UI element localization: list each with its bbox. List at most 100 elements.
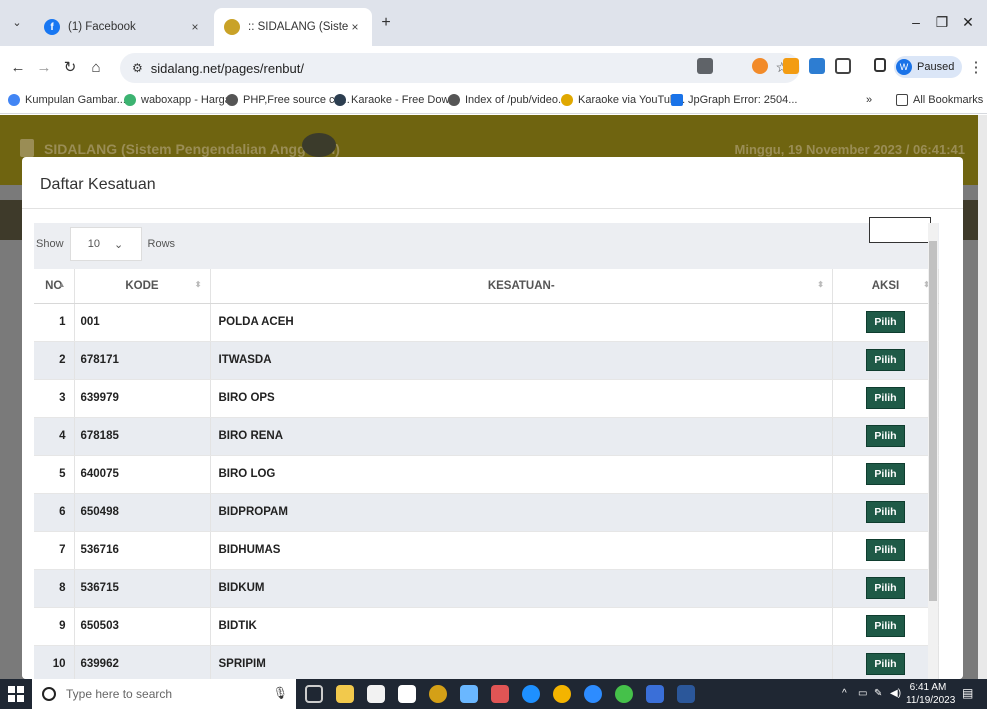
pilih-button[interactable]: Pilih	[866, 311, 905, 333]
rss-icon[interactable]	[783, 58, 799, 74]
table-row: 3 639979 BIRO OPS Pilih	[34, 379, 939, 418]
table-scrollbar[interactable]	[928, 223, 938, 679]
cell-no: 1	[34, 303, 75, 342]
reload-icon[interactable]: ↻	[60, 58, 80, 78]
bookmark-item[interactable]: Kumpulan Gambar...	[8, 94, 126, 106]
table-search-input[interactable]	[869, 217, 931, 243]
bookmark-item[interactable]: Karaoke via YouTub...	[561, 94, 685, 106]
profile-button[interactable]: W Paused	[894, 56, 963, 78]
pilih-button[interactable]: Pilih	[866, 577, 905, 599]
pilih-button[interactable]: Pilih	[866, 653, 905, 675]
pilih-button[interactable]: Pilih	[866, 349, 905, 371]
pilih-button[interactable]: Pilih	[866, 615, 905, 637]
clock-date: 11/19/2023	[906, 695, 956, 706]
cell-no: 3	[34, 379, 75, 418]
close-tab-icon[interactable]: ×	[188, 20, 202, 34]
app-icon[interactable]	[460, 685, 478, 703]
pilih-button[interactable]: Pilih	[866, 501, 905, 523]
pilih-button[interactable]: Pilih	[866, 463, 905, 485]
bookmark-item[interactable]: Karaoke - Free Dow...	[334, 94, 458, 106]
jpgraph-icon	[671, 94, 683, 106]
side-panel-icon[interactable]	[874, 58, 886, 72]
extension-blue-icon[interactable]	[809, 58, 825, 74]
cell-aksi: Pilih	[832, 341, 939, 380]
new-tab-button[interactable]: +	[376, 14, 396, 34]
cell-kode: 640075	[74, 455, 211, 494]
tab-label: (1) Facebook	[68, 21, 136, 33]
tray-chevron-icon[interactable]: ^	[842, 688, 847, 699]
cell-kode: 536715	[74, 569, 211, 608]
app-icon[interactable]	[429, 685, 447, 703]
browser-menu-icon[interactable]: ⋮	[966, 58, 986, 78]
sort-icon: ⬍	[817, 280, 824, 289]
cell-aksi: Pilih	[832, 531, 939, 570]
tab-facebook[interactable]: f (1) Facebook ×	[34, 8, 212, 46]
tab-sidalang[interactable]: :: SIDALANG (Sistem Pengenda ×	[214, 8, 372, 46]
network-icon[interactable]: ▭	[858, 688, 867, 699]
page-size-value: 10	[87, 238, 101, 250]
taskbar-clock[interactable]: 6:41 AM 11/19/2023	[906, 681, 956, 707]
word-icon[interactable]	[677, 685, 695, 703]
bookmark-item[interactable]: Index of /pub/video...	[448, 94, 567, 106]
cell-no: 9	[34, 607, 75, 646]
table-row: 4 678185 BIRO RENA Pilih	[34, 417, 939, 456]
all-bookmarks[interactable]: All Bookmarks	[896, 94, 983, 106]
page-size-select[interactable]: 10 ⌄	[69, 227, 142, 261]
home-icon[interactable]: ⌂	[86, 58, 106, 78]
clock-time: 6:41 AM	[909, 682, 947, 693]
bookmark-item[interactable]: PHP,Free source co...	[226, 94, 350, 106]
pilih-button[interactable]: Pilih	[866, 387, 905, 409]
taskbar-search[interactable]: Type here to search 🎙	[32, 679, 296, 709]
mail-icon[interactable]	[398, 685, 416, 703]
volume-icon[interactable]: ◀)	[890, 688, 901, 699]
globe-icon	[448, 94, 460, 106]
scrollbar-thumb[interactable]	[929, 241, 937, 601]
chrome-icon[interactable]	[553, 685, 571, 703]
page-scrollbar[interactable]	[978, 115, 987, 679]
tab-search-chevron-icon[interactable]: ⌄	[8, 14, 26, 32]
tab-strip: ⌄ f (1) Facebook × :: SIDALANG (Sistem P…	[0, 0, 987, 46]
close-tab-icon[interactable]: ×	[348, 20, 362, 34]
bookmark-item[interactable]: JpGraph Error: 2504...	[671, 94, 797, 106]
cell-kesatuan: POLDA ACEH	[210, 303, 833, 342]
cell-aksi: Pilih	[832, 493, 939, 532]
bookmark-item[interactable]: waboxapp - Harga	[124, 94, 231, 106]
extension-orange-icon[interactable]	[752, 58, 768, 74]
translate-icon[interactable]	[697, 58, 713, 74]
forward-icon[interactable]: →	[34, 58, 54, 78]
col-kesatuan[interactable]: KESATUAN- ⬍	[210, 269, 833, 304]
back-icon[interactable]: ←	[8, 58, 28, 78]
col-kode[interactable]: KODE ⬍	[74, 269, 211, 304]
windows-start-icon[interactable]	[8, 686, 24, 702]
minimize-button[interactable]: –	[904, 14, 928, 30]
file-explorer-icon[interactable]	[336, 685, 354, 703]
site-title: SIDALANG (Sistem Pengendalian Anggaran)	[44, 141, 340, 157]
modal-body: Show 10 ⌄ Rows NO ▲ KODE ⬍ KESATUAN- ⬍ AKSI…	[22, 209, 963, 679]
notifications-icon[interactable]: ▤	[962, 686, 973, 700]
zoom-icon[interactable]	[584, 685, 602, 703]
pen-icon[interactable]: ✎	[874, 688, 882, 699]
cortana-icon	[42, 687, 56, 701]
restore-button[interactable]: ❐	[930, 14, 954, 31]
table-row: 8 536715 BIDKUM Pilih	[34, 569, 939, 608]
app-icon[interactable]	[491, 685, 509, 703]
site-info-icon[interactable]: ⚙	[132, 61, 143, 75]
extensions-puzzle-icon[interactable]	[835, 58, 851, 74]
app-icon[interactable]	[615, 685, 633, 703]
col-aksi[interactable]: AKSI ⬍	[832, 269, 939, 304]
cell-no: 8	[34, 569, 75, 608]
bookmarks-overflow-icon[interactable]: »	[866, 94, 872, 106]
rows-label: Rows	[147, 238, 176, 250]
pilih-button[interactable]: Pilih	[866, 539, 905, 561]
cell-kesatuan: BIDKUM	[210, 569, 833, 608]
pilih-button[interactable]: Pilih	[866, 425, 905, 447]
close-window-button[interactable]: ✕	[956, 14, 980, 31]
edge-icon[interactable]	[522, 685, 540, 703]
kesatuan-modal: Daftar Kesatuan Show 10 ⌄ Rows NO ▲ KODE ⬍…	[22, 157, 963, 679]
col-no[interactable]: NO ▲	[34, 269, 75, 304]
microphone-icon[interactable]: 🎙	[273, 686, 288, 700]
task-view-icon[interactable]	[305, 685, 323, 703]
store-icon[interactable]	[367, 685, 385, 703]
app-icon[interactable]	[646, 685, 664, 703]
url-text: sidalang.net/pages/renbut/	[150, 60, 304, 76]
